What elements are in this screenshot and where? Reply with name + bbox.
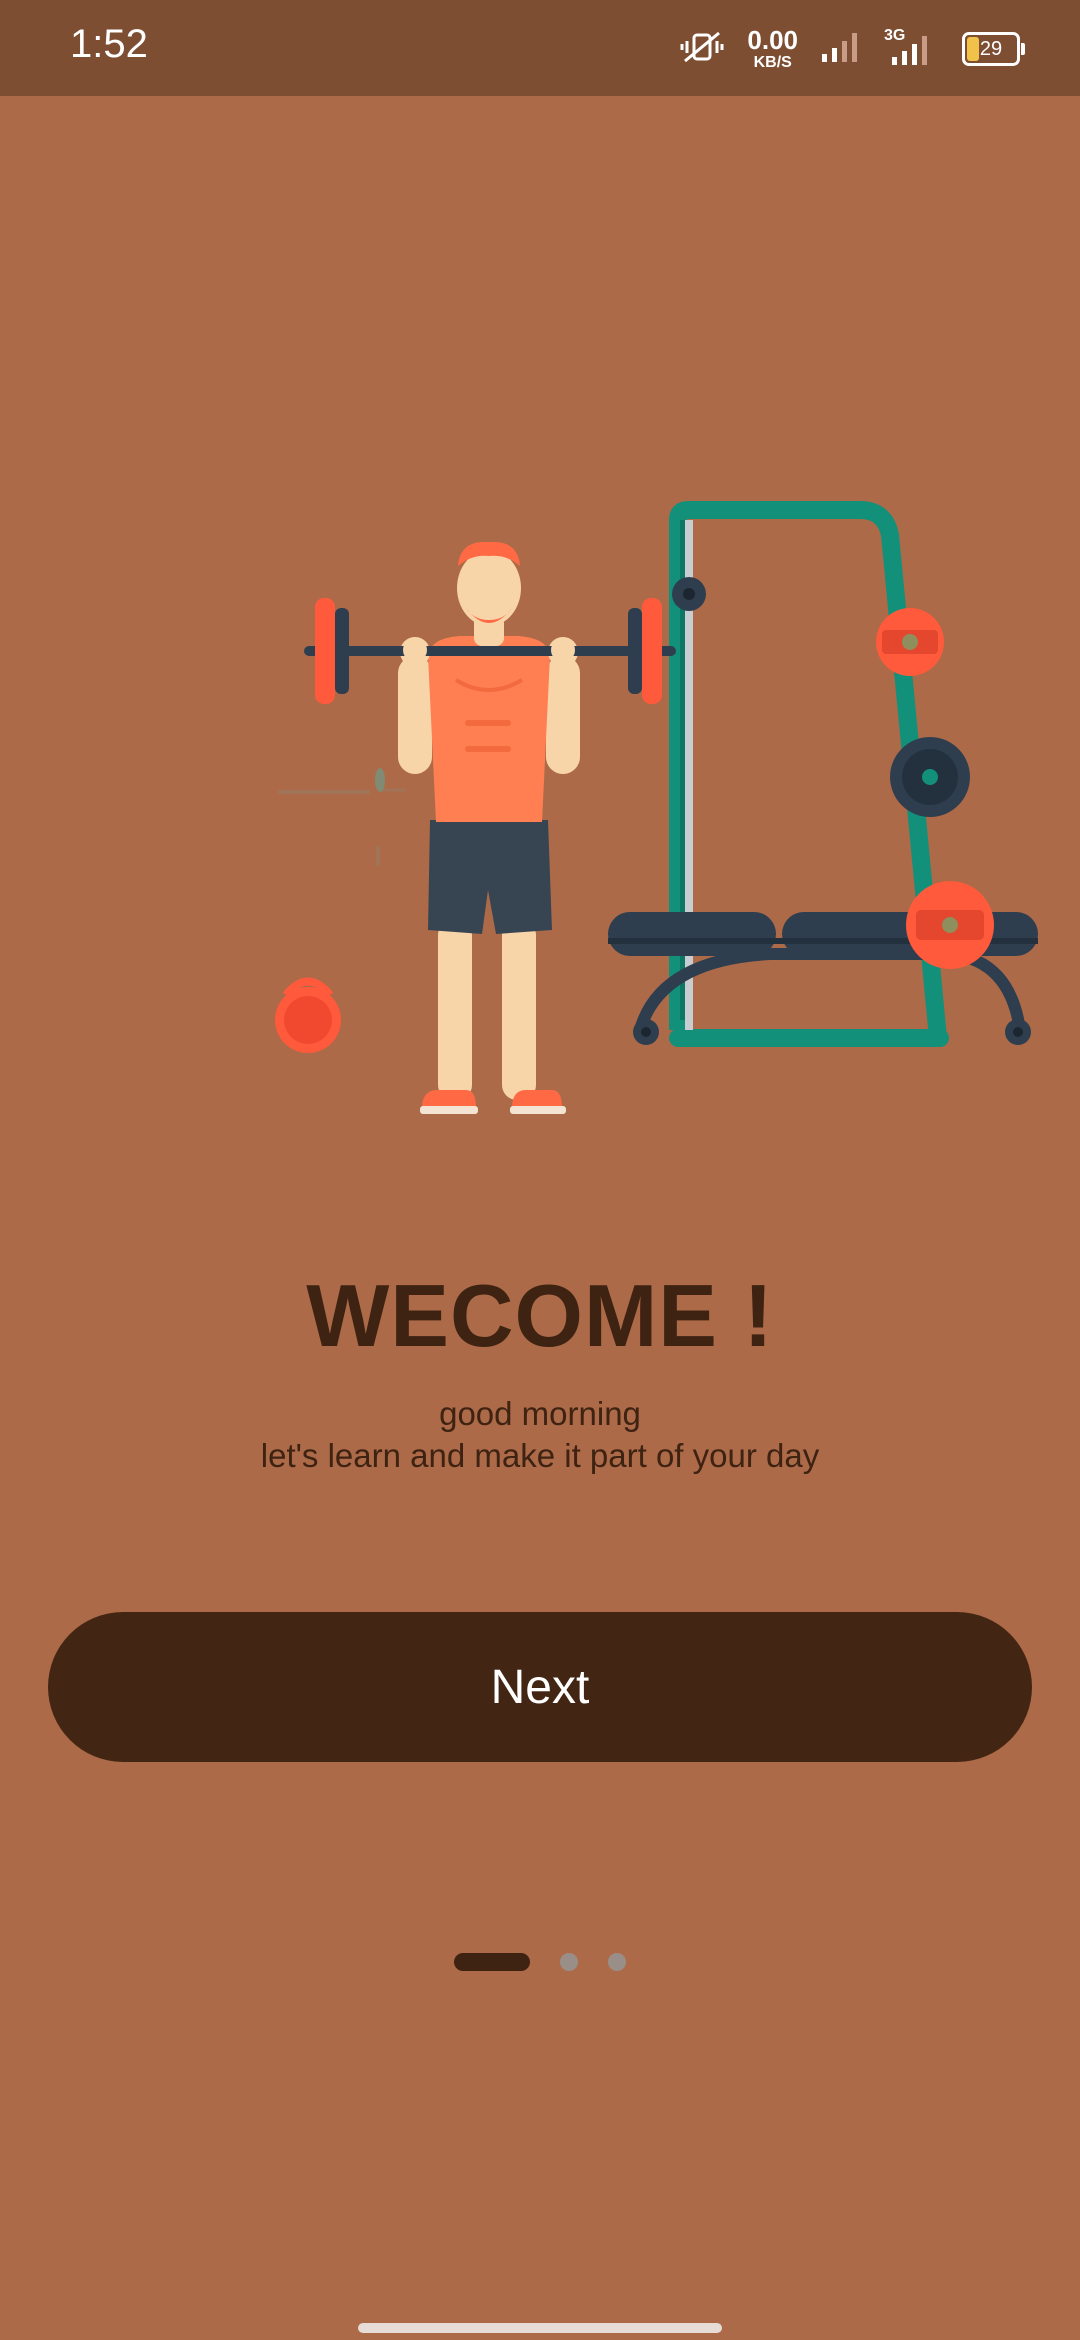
status-time: 1:52	[70, 22, 148, 66]
gym-illustration	[275, 501, 1038, 1114]
weight-plate	[876, 608, 944, 676]
page-indicator-dot	[608, 1953, 626, 1971]
page-indicator-active	[454, 1953, 530, 1971]
signal-icon	[820, 30, 860, 69]
status-icons: 0.00 KB/S 3G 29	[679, 22, 1025, 76]
net-speed: 0.00 KB/S	[747, 27, 798, 71]
weight-plate	[890, 737, 970, 817]
next-button[interactable]: Next	[48, 1612, 1032, 1762]
man-figure	[398, 541, 580, 1114]
battery-icon: 29	[962, 32, 1025, 66]
vibrate-off-icon	[679, 29, 725, 70]
kettlebell	[275, 977, 341, 1053]
page-indicator-dot	[560, 1953, 578, 1971]
welcome-message: let's learn and make it part of your day	[260, 1437, 820, 1474]
battery-level: 29	[979, 37, 1003, 60]
weight-plate	[906, 881, 994, 969]
welcome-subtitle: good morning let's learn and make it par…	[0, 1393, 1080, 1477]
welcome-title: WECOME !	[306, 1266, 774, 1365]
home-indicator[interactable]	[358, 2323, 722, 2333]
page-indicator	[0, 1953, 1080, 1971]
status-bar: 1:52 0.00 KB/S 3G 29	[0, 0, 1080, 96]
net-speed-value: 0.00	[747, 25, 798, 55]
signal-3g-icon: 3G	[882, 27, 940, 67]
greeting-text: good morning	[439, 1395, 641, 1432]
net-speed-unit: KB/S	[753, 54, 792, 71]
